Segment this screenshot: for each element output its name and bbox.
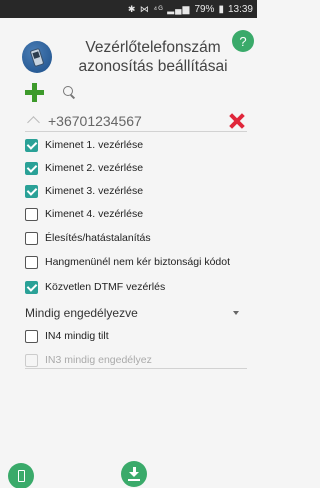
option-row[interactable]: Kimenet 4. vezérlése [25, 205, 143, 223]
toolbar [25, 82, 76, 102]
battery-level: 79% [194, 3, 215, 15]
option-row[interactable]: Kimenet 1. vezérlése [25, 136, 143, 154]
battery-icon: ▮ [218, 3, 224, 15]
mode-select-value: Mindig engedélyezve [25, 306, 138, 320]
checkbox[interactable] [25, 329, 38, 343]
checkbox-checked[interactable] [25, 184, 38, 198]
delete-close-icon[interactable] [229, 113, 245, 129]
status-icons: ✱ ⋈ ⁴ᴳ ▂▄▆ [127, 3, 191, 14]
option-row: IN3 mindig engedélyez [25, 351, 152, 369]
phone-icon [17, 470, 25, 482]
app-phone-icon [22, 41, 52, 73]
checkbox[interactable] [25, 255, 38, 269]
option-row[interactable]: IN4 mindig tilt [25, 327, 109, 345]
option-label: Hangmenünél nem kér biztonsági kódot [45, 256, 231, 268]
title-line-1: Vezérlőtelefonszám [85, 39, 221, 56]
option-label: Közvetlen DTMF vezérlés [45, 281, 166, 293]
title-line-2: azonosítás beállításai [78, 58, 228, 75]
divider [25, 368, 247, 369]
help-button[interactable]: ? [232, 30, 254, 52]
checkbox[interactable] [25, 231, 38, 245]
option-row[interactable]: Közvetlen DTMF vezérlés [25, 278, 165, 296]
option-label: Kimenet 4. vezérlése [45, 208, 144, 220]
option-label: IN3 mindig engedélyez [45, 354, 152, 366]
checkbox-checked[interactable] [25, 138, 38, 152]
clock: 13:39 [227, 3, 253, 15]
checkbox[interactable] [25, 207, 38, 221]
option-row[interactable]: Kimenet 3. vezérlése [25, 182, 143, 200]
phone-number: +36701234567 [48, 112, 142, 129]
checkbox-checked[interactable] [25, 280, 38, 294]
option-row[interactable]: Élesítés/hatástalanítás [25, 229, 151, 247]
option-label: Élesítés/hatástalanítás [45, 232, 151, 244]
download-icon [128, 467, 140, 481]
option-label: IN4 mindig tilt [45, 330, 109, 342]
option-label: Kimenet 3. vezérlése [45, 185, 144, 197]
phone-settings-button[interactable] [8, 463, 34, 488]
download-button[interactable] [121, 461, 147, 487]
status-bar: ✱ ⋈ ⁴ᴳ ▂▄▆ 79% ▮ 13:39 [0, 0, 257, 18]
option-row[interactable]: Kimenet 2. vezérlése [25, 159, 143, 177]
phone-number-row[interactable]: +36701234567 [25, 110, 247, 132]
mode-select[interactable]: Mindig engedélyezve [25, 303, 247, 323]
dropdown-caret-icon [233, 311, 239, 315]
chevron-up-icon[interactable] [27, 116, 40, 129]
checkbox [25, 353, 38, 367]
option-label: Kimenet 1. vezérlése [45, 139, 144, 151]
add-plus-icon[interactable] [25, 82, 44, 102]
option-label: Kimenet 2. vezérlése [45, 162, 144, 174]
page-title: Vezérlőtelefonszám azonosítás beállítása… [68, 38, 238, 76]
checkbox-checked[interactable] [25, 161, 38, 175]
search-icon[interactable] [62, 85, 76, 99]
option-row[interactable]: Hangmenünél nem kér biztonsági kódot [25, 253, 230, 271]
